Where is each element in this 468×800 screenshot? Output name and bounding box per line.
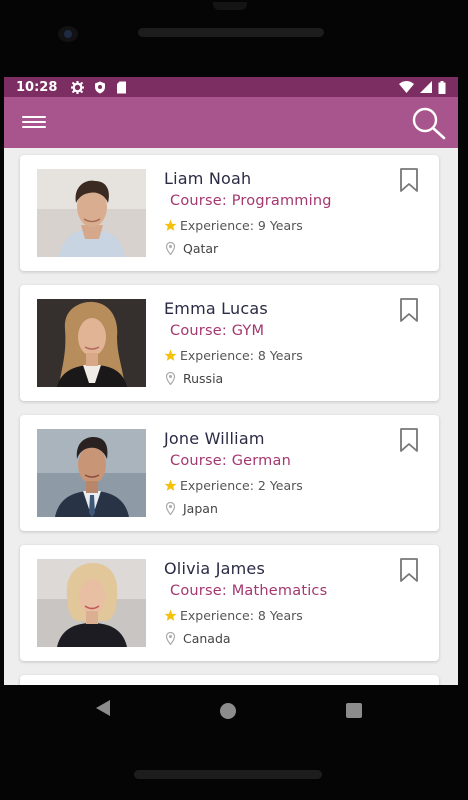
hamburger-menu-icon[interactable] (22, 113, 46, 133)
instructor-name: Jone William (164, 429, 265, 448)
instructor-experience: Experience: 2 Years (180, 478, 303, 493)
instructor-photo (37, 429, 146, 517)
experience-row: Experience: 8 Years (164, 608, 303, 623)
recent-apps-icon[interactable] (346, 703, 362, 718)
location-row: Qatar (166, 241, 218, 256)
status-bar: 10:28 (4, 77, 458, 97)
instructor-card[interactable]: Emma Lucas Course: GYM Experience: 8 Yea… (20, 285, 439, 401)
instructor-location: Qatar (183, 241, 219, 256)
instructor-experience: Experience: 9 Years (180, 218, 303, 233)
front-camera (58, 26, 78, 42)
instructor-location: Canada (183, 631, 231, 646)
shield-icon (95, 81, 106, 93)
cell-signal-icon (420, 81, 432, 93)
instructor-course: Course: GYM (170, 323, 265, 339)
instructor-course: Course: German (170, 453, 291, 469)
instructor-course: Course: Mathematics (170, 583, 328, 599)
location-pin-icon (166, 502, 175, 515)
bookmark-icon[interactable] (399, 558, 419, 582)
location-pin-icon (166, 242, 175, 255)
wifi-icon (399, 81, 414, 93)
instructor-photo (37, 559, 146, 647)
phone-frame: 10:28 Liam Noah Course: Programming Expe… (0, 0, 468, 800)
location-pin-icon (166, 372, 175, 385)
instructor-card[interactable]: Olivia James Course: Mathematics Experie… (20, 545, 439, 661)
bottom-speaker (134, 770, 322, 779)
bookmark-icon[interactable] (399, 168, 419, 192)
system-nav-bar (4, 685, 458, 735)
bookmark-icon[interactable] (399, 428, 419, 452)
instructor-location: Japan (183, 501, 218, 516)
star-icon (164, 609, 177, 621)
star-icon (164, 349, 177, 361)
back-icon[interactable] (95, 699, 111, 717)
bookmark-icon[interactable] (399, 298, 419, 322)
instructor-name: Emma Lucas (164, 299, 268, 318)
instructor-name: Olivia James (164, 559, 265, 578)
instructor-list: Liam Noah Course: Programming Experience… (4, 148, 458, 735)
instructor-card[interactable]: Jone William Course: German Experience: … (20, 415, 439, 531)
location-row: Japan (166, 501, 218, 516)
instructor-experience: Experience: 8 Years (180, 348, 303, 363)
app-screen: 10:28 Liam Noah Course: Programming Expe… (4, 77, 458, 735)
app-bar (4, 97, 458, 148)
battery-icon (438, 80, 446, 94)
search-icon[interactable] (410, 105, 446, 141)
experience-row: Experience: 2 Years (164, 478, 303, 493)
instructor-course: Course: Programming (170, 193, 332, 209)
instructor-experience: Experience: 8 Years (180, 608, 303, 623)
location-pin-icon (166, 632, 175, 645)
location-row: Canada (166, 631, 231, 646)
instructor-name: Liam Noah (164, 169, 252, 188)
sd-card-icon (117, 81, 127, 93)
experience-row: Experience: 9 Years (164, 218, 303, 233)
top-notch (213, 2, 247, 10)
settings-gear-icon (71, 80, 85, 94)
location-row: Russia (166, 371, 223, 386)
earpiece-speaker (138, 28, 324, 37)
star-icon (164, 219, 177, 231)
instructor-photo (37, 169, 146, 257)
star-icon (164, 479, 177, 491)
status-time: 10:28 (16, 79, 58, 95)
instructor-location: Russia (183, 371, 224, 386)
instructor-photo (37, 299, 146, 387)
instructor-card[interactable]: Liam Noah Course: Programming Experience… (20, 155, 439, 271)
home-icon[interactable] (220, 703, 236, 719)
experience-row: Experience: 8 Years (164, 348, 303, 363)
